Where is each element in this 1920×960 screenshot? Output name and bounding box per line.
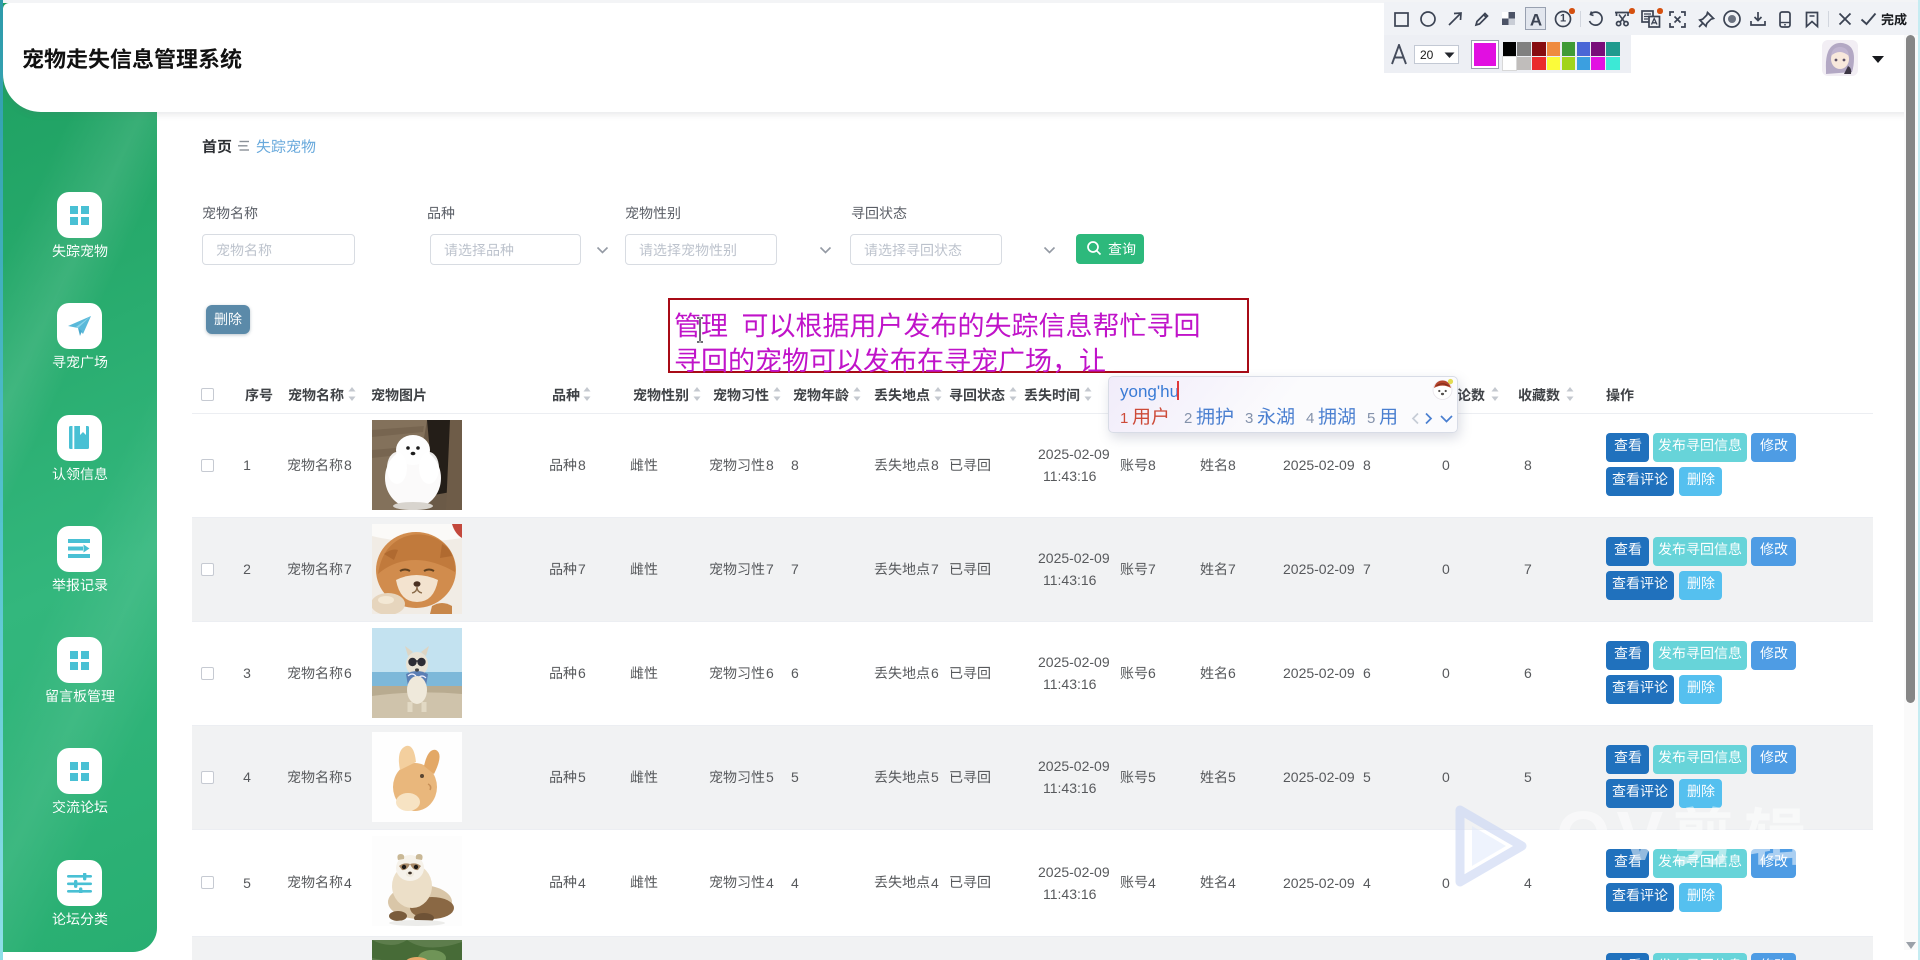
svg-text:QV: QV [1556,797,1669,875]
